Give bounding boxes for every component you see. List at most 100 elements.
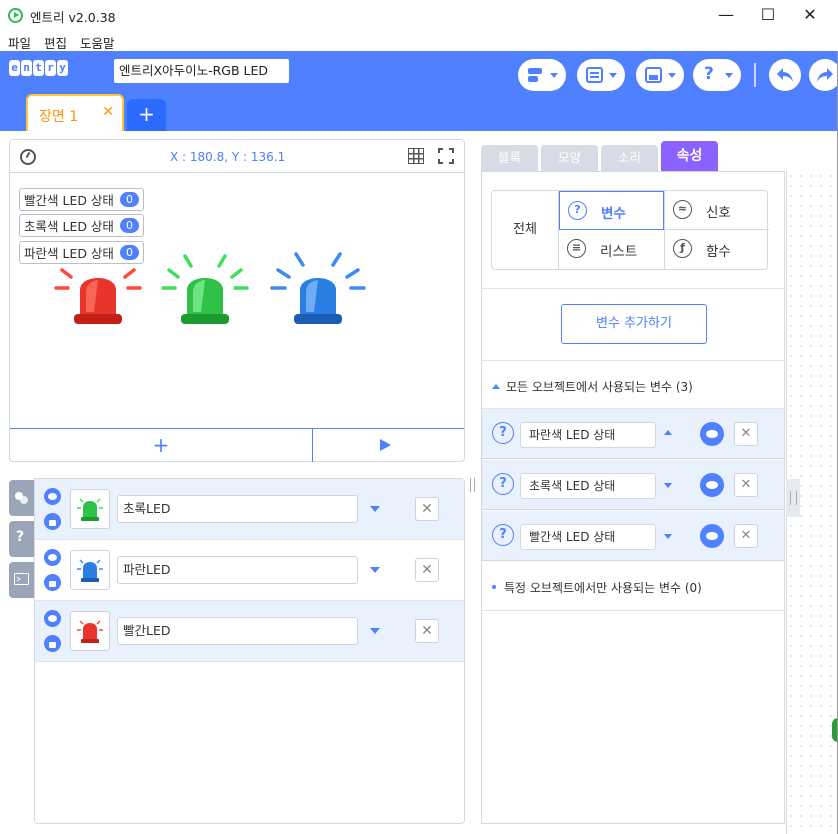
minimize-button[interactable]: — [706,3,746,27]
category-all[interactable]: 전체 [492,191,559,269]
visibility-eye-icon[interactable] [44,549,61,566]
menu-edit[interactable]: 편집 [44,33,67,52]
add-object-button[interactable]: + [10,429,313,462]
undo-button[interactable] [769,59,801,91]
logo-letter: t [33,60,44,76]
variable-help-icon[interactable]: ? [492,524,514,546]
redo-button[interactable] [809,59,838,91]
workspace-resize-handle[interactable] [786,479,800,517]
unlock-icon[interactable] [44,635,61,652]
chevron-down-icon[interactable] [370,567,380,573]
tab-block[interactable]: 블록 [481,145,538,171]
category-label: 신호 [706,205,731,221]
stage-header: X : 180.8, Y : 136.1 [10,140,464,173]
fullscreen-icon[interactable] [438,148,454,164]
undo-icon [777,68,793,82]
chevron-down-icon[interactable] [664,483,672,488]
list-icon: ≡ [567,239,586,258]
divider [482,288,784,289]
chevron-up-icon[interactable] [664,430,672,435]
variable-help-icon[interactable]: ? [492,473,514,495]
panel-resize-handle[interactable] [470,478,475,492]
delete-variable-button[interactable]: ✕ [734,422,758,446]
variable-visibility-eye-icon[interactable] [700,524,724,548]
help-side-tab[interactable]: ? [9,521,34,557]
category-function[interactable]: ƒ 함수 [664,230,769,269]
object-name-input[interactable]: 초록LED [117,495,358,523]
object-name-input[interactable]: 빨간LED [117,617,358,645]
help-tab-icon: ? [16,529,25,545]
block-mode-button[interactable] [518,59,566,91]
variable-visibility-eye-icon[interactable] [700,422,724,446]
tab-property[interactable]: 속성 [661,141,718,171]
console-side-tab[interactable] [9,562,34,598]
tab-sound[interactable]: 소리 [601,145,658,171]
delete-variable-button[interactable]: ✕ [734,524,758,548]
delete-variable-button[interactable]: ✕ [734,473,758,497]
object-thumbnail [70,550,110,590]
visibility-eye-icon[interactable] [44,610,61,627]
maximize-button[interactable]: ☐ [748,3,788,27]
variable-name-input[interactable]: 파란색 LED 상태 [520,422,656,448]
add-scene-button[interactable]: + [127,99,166,131]
top-toolbar: e n t r y 엔트리X아두이노-RGB LED ? [0,51,838,131]
variable-name-input[interactable]: 초록색 LED 상태 [520,473,656,499]
scene-tab-label: 장면 1 [39,109,79,125]
mouse-coordinates: X : 180.8, Y : 136.1 [170,150,286,164]
menu-bar: 파일 편집 도움말 [0,31,838,51]
object-row-green[interactable]: 초록LED ✕ [35,479,464,540]
category-variable[interactable]: ? 변수 [559,191,664,230]
variable-name-input[interactable]: 빨간색 LED 상태 [520,524,656,550]
variable-monitor[interactable]: 빨간색 LED 상태 0 [19,188,144,211]
blue-siren[interactable] [268,248,368,328]
grid-toggle-icon[interactable] [408,148,424,164]
object-thumbnail [70,611,110,651]
help-menu-button[interactable]: ? [693,59,741,91]
window-title: 엔트리 v2.0.38 [30,10,116,25]
run-play-icon[interactable] [380,439,391,451]
scene-tab[interactable]: 장면 1 ✕ [26,94,124,131]
speed-gauge-icon[interactable] [20,149,36,165]
close-window-button[interactable]: ✕ [790,3,830,27]
save-menu-button[interactable] [636,59,684,91]
category-list[interactable]: ≡ 리스트 [559,230,664,269]
console-tab-icon [14,573,29,585]
project-name-input[interactable]: 엔트리X아두이노-RGB LED [114,59,289,83]
delete-object-button[interactable]: ✕ [415,497,439,521]
category-label: 리스트 [600,244,638,260]
variable-row[interactable]: ? 빨간색 LED 상태 ✕ [482,511,784,561]
redo-icon [817,68,833,82]
chevron-down-icon[interactable] [370,628,380,634]
local-variables-header[interactable]: 특정 오브젝트에서만 사용되는 변수 (0) [492,579,702,596]
object-row-blue[interactable]: 파란LED ✕ [35,540,464,601]
logo-letter: e [9,60,20,76]
visibility-eye-icon[interactable] [44,488,61,505]
chevron-down-icon[interactable] [664,534,672,539]
document-menu-button[interactable] [577,59,625,91]
menu-help[interactable]: 도움말 [80,33,115,52]
scene-close-icon[interactable]: ✕ [102,104,114,120]
unlock-icon[interactable] [44,574,61,591]
category-signal[interactable]: ≈ 신호 [664,191,769,230]
variable-help-icon[interactable]: ? [492,422,514,444]
object-side-tab[interactable] [9,480,34,516]
red-siren[interactable] [48,252,148,332]
tab-shape[interactable]: 모양 [541,145,598,171]
object-name-input[interactable]: 파란LED [117,556,358,584]
section-title: 모든 오브젝트에서 사용되는 변수 (3) [506,380,693,394]
delete-object-button[interactable]: ✕ [415,619,439,643]
chevron-down-icon[interactable] [370,506,380,512]
variable-visibility-eye-icon[interactable] [700,473,724,497]
monitor-label: 빨간색 LED 상태 [24,193,114,208]
unlock-icon[interactable] [44,513,61,530]
variable-monitor[interactable]: 초록색 LED 상태 0 [19,214,144,237]
variable-row[interactable]: ? 초록색 LED 상태 ✕ [482,460,784,510]
variable-row[interactable]: ? 파란색 LED 상태 ✕ [482,409,784,459]
delete-object-button[interactable]: ✕ [415,558,439,582]
add-variable-button[interactable]: 변수 추가하기 [561,304,707,344]
menu-file[interactable]: 파일 [8,33,31,52]
logo-letter: y [57,60,68,76]
global-variables-header[interactable]: 모든 오브젝트에서 사용되는 변수 (3) [492,378,693,395]
object-row-red[interactable]: 빨간LED ✕ [35,601,464,662]
green-siren[interactable] [155,252,255,332]
